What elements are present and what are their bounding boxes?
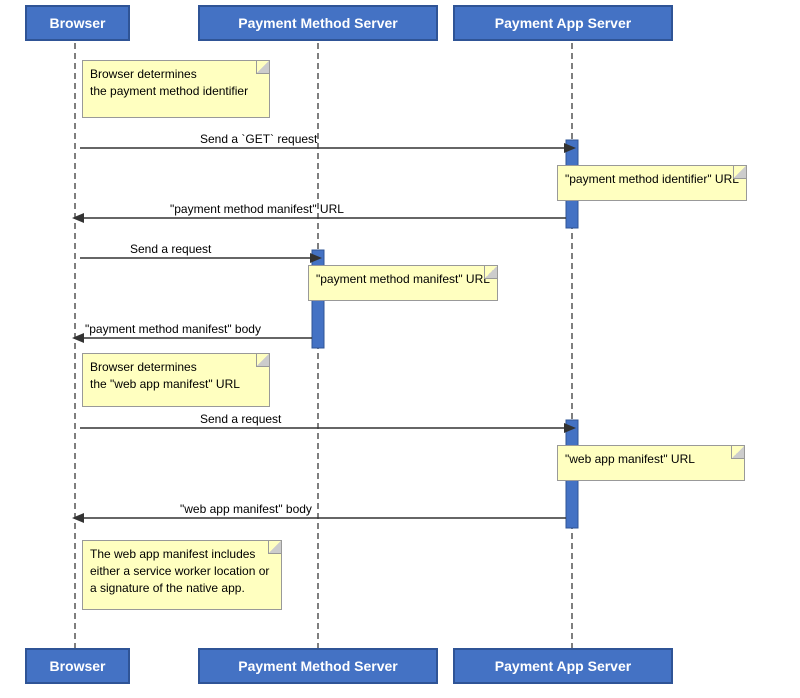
arrow5-label: Send a request: [200, 412, 281, 426]
note-browser-determines-web-app-manifest: Browser determinesthe "web app manifest"…: [82, 353, 270, 407]
note-payment-method-identifier-url: "payment method identifier" URL: [557, 165, 747, 201]
note-web-app-manifest-includes: The web app manifest includeseither a se…: [82, 540, 282, 610]
note-browser-determines-payment-method: Browser determinesthe payment method ide…: [82, 60, 270, 118]
browser-actor-bottom: Browser: [25, 648, 130, 684]
arrow2-label: "payment method manifest" URL: [170, 202, 344, 216]
payment-method-server-actor-bottom: Payment Method Server: [198, 648, 438, 684]
note-payment-method-manifest-url: "payment method manifest" URL: [308, 265, 498, 301]
payment-app-server-actor-bottom: Payment App Server: [453, 648, 673, 684]
arrow3-label: Send a request: [130, 242, 211, 256]
payment-app-server-actor-top: Payment App Server: [453, 5, 673, 41]
browser-actor-top: Browser: [25, 5, 130, 41]
arrow4-label: "payment method manifest" body: [85, 322, 261, 336]
payment-method-server-actor-top: Payment Method Server: [198, 5, 438, 41]
sequence-diagram: Browser Payment Method Server Payment Ap…: [0, 0, 800, 698]
note-web-app-manifest-url: "web app manifest" URL: [557, 445, 745, 481]
arrow6-label: "web app manifest" body: [180, 502, 312, 516]
arrow1-label: Send a `GET` request: [200, 132, 317, 146]
